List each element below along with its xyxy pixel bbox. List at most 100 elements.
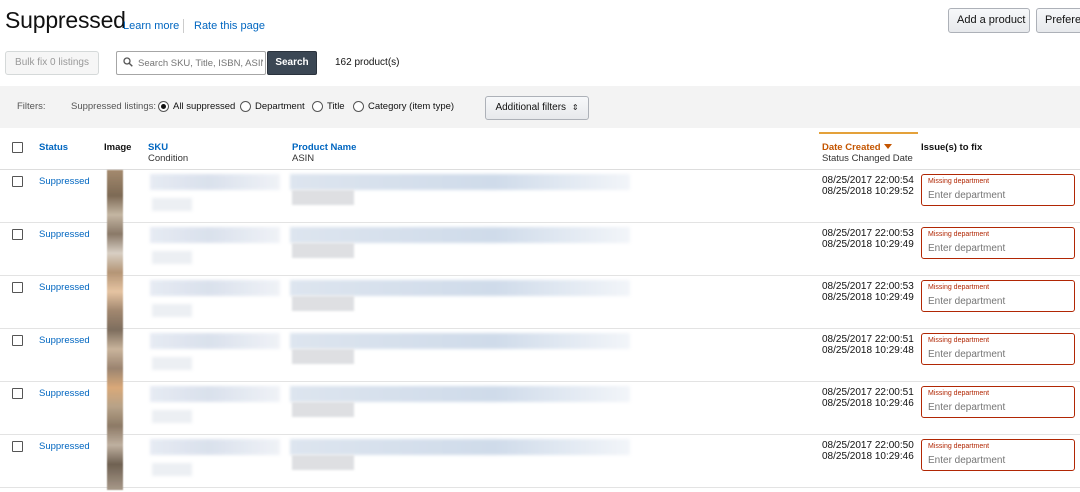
status-link[interactable]: Suppressed: [39, 176, 90, 187]
issue-field: Missing department: [921, 439, 1075, 471]
add-product-button[interactable]: Add a product: [948, 8, 1030, 33]
search-button[interactable]: Search: [267, 51, 317, 75]
department-input[interactable]: [928, 189, 1068, 202]
date-created: 08/25/2017 22:00:53: [822, 228, 914, 239]
asin-redacted: [292, 402, 354, 417]
select-all-checkbox[interactable]: [12, 142, 23, 153]
radio-icon[interactable]: [353, 100, 364, 112]
column-image: Image: [104, 142, 132, 153]
row-checkbox[interactable]: [12, 335, 23, 346]
table-row: Suppressed 08/25/2017 22:00:51 08/25/2018 …: [0, 329, 1080, 382]
column-date-created[interactable]: Date Created: [822, 142, 892, 153]
column-status-changed: Status Changed Date: [822, 153, 913, 164]
issue-field: Missing department: [921, 386, 1075, 418]
status-changed-date: 08/25/2018 10:29:49: [822, 239, 914, 250]
bulk-fix-button[interactable]: Bulk fix 0 listings: [5, 51, 99, 75]
filters-label: Filters:: [17, 101, 46, 112]
issue-label: Missing department: [928, 337, 990, 344]
additional-filters-label: Additional filters: [495, 102, 567, 113]
date-created: 08/25/2017 22:00:53: [822, 281, 914, 292]
issue-field: Missing department: [921, 333, 1075, 365]
preferences-button[interactable]: Prefere: [1036, 8, 1080, 33]
sort-arrows-icon: ⇕: [571, 103, 579, 112]
filter-option-label: Title: [327, 100, 345, 112]
column-sku[interactable]: SKU: [148, 142, 168, 153]
filter-option-title[interactable]: Title: [312, 99, 345, 113]
table-row: Suppressed 08/25/2017 22:00:54 08/25/2018 …: [0, 170, 1080, 223]
date-created-label: Date Created: [822, 142, 881, 153]
date-created: 08/25/2017 22:00:51: [822, 334, 914, 345]
radio-icon[interactable]: [240, 100, 251, 112]
row-checkbox[interactable]: [12, 176, 23, 187]
sku-redacted: [150, 439, 280, 455]
status-changed-date: 08/25/2018 10:29:46: [822, 398, 914, 409]
column-asin: ASIN: [292, 153, 315, 164]
issue-field: Missing department: [921, 227, 1075, 259]
status-link[interactable]: Suppressed: [39, 229, 90, 240]
table-row: Suppressed 08/25/2017 22:00:53 08/25/2018 …: [0, 276, 1080, 329]
product-name-redacted: [290, 227, 630, 243]
product-image-strip: [107, 170, 123, 490]
status-link[interactable]: Suppressed: [39, 335, 90, 346]
product-name-redacted: [290, 280, 630, 296]
condition-redacted: [152, 410, 192, 423]
department-input[interactable]: [928, 401, 1068, 414]
asin-redacted: [292, 349, 354, 364]
condition-redacted: [152, 357, 192, 370]
issue-label: Missing department: [928, 284, 990, 291]
search-box: [116, 51, 266, 75]
column-product-name[interactable]: Product Name: [292, 142, 356, 153]
filter-option-category[interactable]: Category (item type): [353, 99, 454, 113]
radio-selected-icon[interactable]: [158, 100, 169, 112]
asin-redacted: [292, 243, 354, 258]
row-checkbox[interactable]: [12, 282, 23, 293]
column-status[interactable]: Status: [39, 142, 68, 153]
condition-redacted: [152, 251, 192, 264]
row-checkbox[interactable]: [12, 441, 23, 452]
table-row: Suppressed 08/25/2017 22:00:53 08/25/2018 …: [0, 223, 1080, 276]
department-input[interactable]: [928, 454, 1068, 467]
asin-redacted: [292, 455, 354, 470]
additional-filters-button[interactable]: Additional filters ⇕: [485, 96, 589, 120]
status-link[interactable]: Suppressed: [39, 388, 90, 399]
table-row: Suppressed 08/25/2017 22:00:50 08/25/2018 …: [0, 435, 1080, 488]
date-created: 08/25/2017 22:00:54: [822, 175, 914, 186]
status-changed-date: 08/25/2018 10:29:48: [822, 345, 914, 356]
filter-option-department[interactable]: Department: [240, 99, 305, 113]
date-created: 08/25/2017 22:00:51: [822, 387, 914, 398]
search-icon: [123, 57, 133, 67]
issue-label: Missing department: [928, 178, 990, 185]
suppressed-listings-label: Suppressed listings:: [71, 101, 157, 112]
radio-icon[interactable]: [312, 100, 323, 112]
sku-redacted: [150, 227, 280, 243]
condition-redacted: [152, 463, 192, 476]
sku-redacted: [150, 174, 280, 190]
status-link[interactable]: Suppressed: [39, 441, 90, 452]
column-issues: Issue(s) to fix: [921, 142, 983, 153]
product-name-redacted: [290, 439, 630, 455]
learn-more-link[interactable]: Learn more: [123, 20, 179, 32]
sort-desc-icon: [883, 144, 892, 149]
filter-option-label: Category (item type): [368, 100, 455, 112]
row-checkbox[interactable]: [12, 229, 23, 240]
issue-field: Missing department: [921, 174, 1075, 206]
department-input[interactable]: [928, 348, 1068, 361]
date-created: 08/25/2017 22:00:50: [822, 440, 914, 451]
issue-label: Missing department: [928, 390, 990, 397]
filter-option-label: All suppressed: [173, 100, 236, 112]
asin-redacted: [292, 190, 354, 205]
status-link[interactable]: Suppressed: [39, 282, 90, 293]
sort-indicator-bar: [819, 132, 918, 134]
table-row: Suppressed 08/25/2017 22:00:51 08/25/2018 …: [0, 382, 1080, 435]
department-input[interactable]: [928, 295, 1068, 308]
search-input[interactable]: [138, 56, 263, 71]
page-title: Suppressed: [5, 7, 126, 33]
product-name-redacted: [290, 333, 630, 349]
sku-redacted: [150, 333, 280, 349]
row-checkbox[interactable]: [12, 388, 23, 399]
product-count: 162 product(s): [335, 57, 400, 68]
header-divider: [183, 19, 184, 33]
rate-page-link[interactable]: Rate this page: [194, 20, 265, 32]
filter-option-all[interactable]: All suppressed: [158, 99, 235, 113]
department-input[interactable]: [928, 242, 1068, 255]
